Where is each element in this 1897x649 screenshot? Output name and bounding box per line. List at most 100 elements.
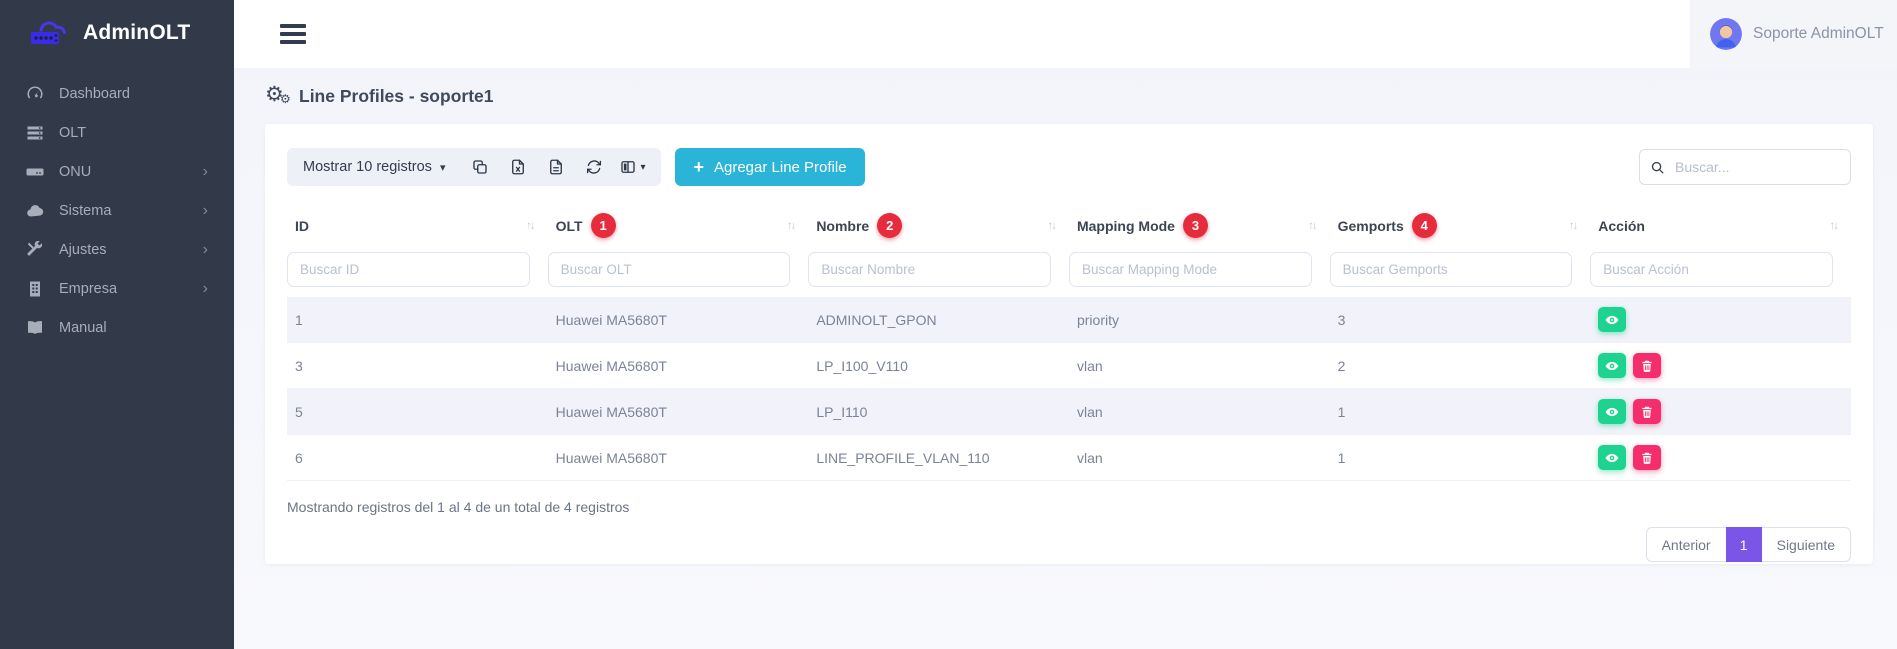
page-title: Line Profiles - soporte1 [299,86,493,107]
cell-olt: Huawei MA5680T [548,343,809,389]
table-row: 1Huawei MA5680TADMINOLT_GPONpriority3 [287,297,1851,343]
cell-olt: Huawei MA5680T [548,389,809,435]
chevron-down-icon: ▾ [440,161,446,174]
toolbar: Mostrar 10 registros ▾ [287,148,1851,186]
cell-gemports: 3 [1330,297,1591,343]
eye-icon [1605,405,1619,419]
column-header-nombre[interactable]: Nombre 2 ↑↓ [808,200,1069,250]
column-badge: 3 [1183,213,1208,238]
pagination: Anterior 1 Siguiente [1646,527,1851,562]
view-button[interactable] [1598,399,1626,424]
view-button[interactable] [1598,353,1626,378]
sidebar-item-sistema[interactable]: Sistema› [0,191,234,230]
cell-mapping_mode: vlan [1069,343,1330,389]
cell-actions [1590,297,1851,343]
excel-file-icon [509,158,527,176]
filter-input-gemports[interactable] [1330,252,1573,287]
refresh-button[interactable] [575,148,613,186]
sidebar-item-label: Dashboard [59,86,208,102]
cell-actions [1590,435,1851,481]
pagination-prev-button[interactable]: Anterior [1646,527,1726,562]
filter-input-olt[interactable] [548,252,791,287]
filter-input-id[interactable] [287,252,530,287]
columns-icon [619,158,637,176]
column-header-acción[interactable]: Acción↑↓ [1590,200,1851,250]
cell-actions [1590,389,1851,435]
view-button[interactable] [1598,445,1626,470]
cell-id: 3 [287,343,548,389]
view-button[interactable] [1598,307,1626,332]
add-line-profile-button[interactable]: + Agregar Line Profile [675,148,864,186]
copy-button[interactable] [461,148,499,186]
pagination-next-button[interactable]: Siguiente [1762,527,1851,562]
page-length-label: Mostrar 10 registros [303,159,432,175]
filter-input-acción[interactable] [1590,252,1833,287]
column-header-gemports[interactable]: Gemports4↑↓ [1330,200,1591,250]
column-header-olt[interactable]: OLT1↑↓ [548,200,809,250]
sidebar-item-label: OLT [59,125,208,141]
column-header-mapping-mode[interactable]: Mapping Mode 3 ↑↓ [1069,200,1330,250]
sidebar-item-label: Sistema [59,203,203,219]
chevron-right-icon: › [203,164,208,180]
filter-input-nombre[interactable] [808,252,1051,287]
search-icon [1650,160,1665,175]
trash-icon [1640,359,1654,373]
chevron-right-icon: › [203,242,208,258]
delete-button[interactable] [1633,353,1661,378]
table-row: 5Huawei MA5680TLP_I110vlan1 [287,389,1851,435]
column-header-id[interactable]: ID↑↓ [287,200,548,250]
cell-mapping_mode: vlan [1069,435,1330,481]
file-icon [547,158,565,176]
column-label: Mapping Mode [1077,218,1175,234]
column-label: Acción [1598,218,1645,234]
search-input[interactable] [1675,159,1840,175]
sort-icon: ↑↓ [1569,220,1583,232]
plus-icon: + [693,157,704,178]
dashboard-icon [26,85,44,103]
column-label: Gemports [1338,218,1404,234]
cell-id: 6 [287,435,548,481]
user-name: Soporte AdminOLT [1753,25,1884,43]
cell-id: 5 [287,389,548,435]
sidebar-nav: DashboardOLTONU›Sistema›Ajustes›Empresa›… [0,66,234,347]
page-length-select[interactable]: Mostrar 10 registros ▾ [287,148,461,186]
columns-visibility-button[interactable]: ▾ [613,148,651,186]
sidebar-item-label: Empresa [59,281,203,297]
sidebar-item-manual[interactable]: Manual [0,308,234,347]
column-badge: 2 [877,213,902,238]
sidebar-item-label: Ajustes [59,242,203,258]
cell-nombre: LP_I110 [808,389,1069,435]
eye-icon [1605,451,1619,465]
cell-nombre: ADMINOLT_GPON [808,297,1069,343]
sidebar-item-onu[interactable]: ONU› [0,152,234,191]
pagination-page-1-button[interactable]: 1 [1726,527,1762,562]
cell-gemports: 1 [1330,435,1591,481]
copy-icon [471,158,489,176]
cell-nombre: LP_I100_V110 [808,343,1069,389]
sidebar-item-empresa[interactable]: Empresa› [0,269,234,308]
sort-icon: ↑↓ [1047,220,1061,232]
sort-icon: ↑↓ [1308,220,1322,232]
delete-button[interactable] [1633,399,1661,424]
export-excel-button[interactable] [499,148,537,186]
sidebar-item-dashboard[interactable]: Dashboard [0,74,234,113]
table-info-text: Mostrando registros del 1 al 4 de un tot… [287,499,1851,515]
delete-button[interactable] [1633,445,1661,470]
logo-icon [28,14,74,53]
cell-olt: Huawei MA5680T [548,435,809,481]
sidebar-item-olt[interactable]: OLT [0,113,234,152]
column-label: Nombre [816,218,869,234]
filter-input-mapping-mode[interactable] [1069,252,1312,287]
user-menu[interactable]: Soporte AdminOLT [1690,0,1897,68]
menu-toggle-icon[interactable] [280,24,306,44]
ajustes-icon [26,241,44,259]
sidebar-item-ajustes[interactable]: Ajustes› [0,230,234,269]
cell-gemports: 1 [1330,389,1591,435]
export-file-button[interactable] [537,148,575,186]
column-badge: 1 [591,213,616,238]
sidebar-item-label: ONU [59,164,203,180]
add-line-profile-label: Agregar Line Profile [714,159,847,176]
cell-gemports: 2 [1330,343,1591,389]
sort-icon: ↑↓ [526,220,540,232]
app-logo[interactable]: AdminOLT [0,0,234,66]
